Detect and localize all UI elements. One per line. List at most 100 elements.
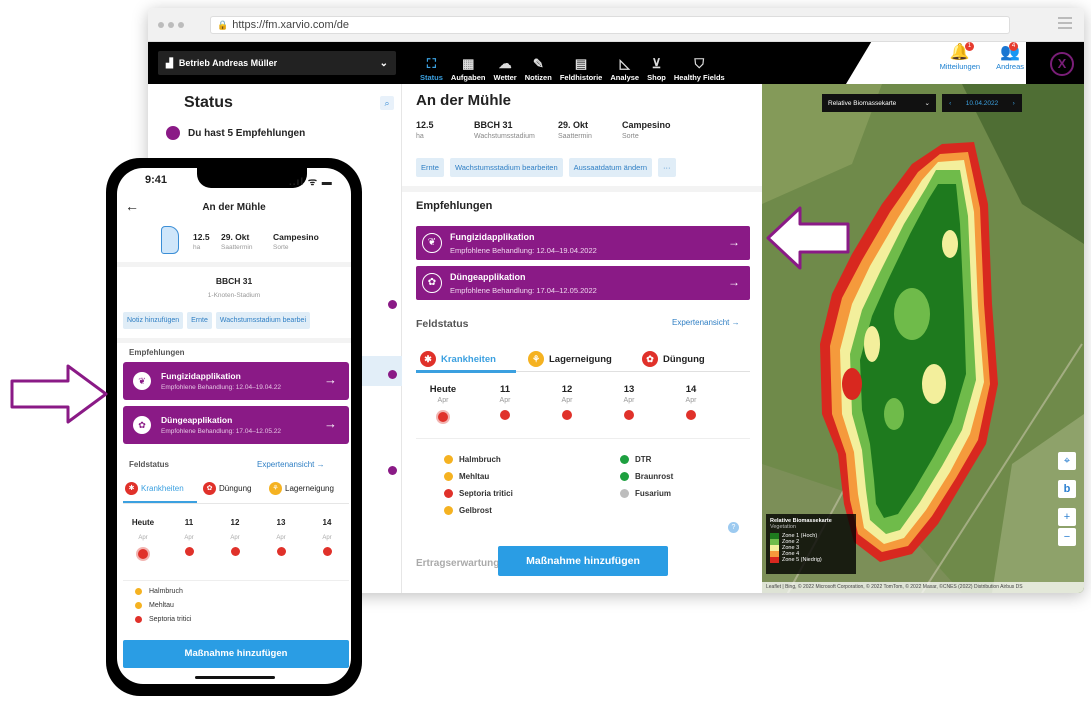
browser-menu-icon[interactable] <box>1058 17 1072 29</box>
nav-healthy-fields[interactable]: ⛉ Healthy Fields <box>670 46 729 83</box>
cart-icon: ⊻ <box>651 56 662 71</box>
month-label: Apr <box>437 397 449 404</box>
address-bar[interactable]: 🔒 https://fm.xarvio.com/de <box>210 16 1010 34</box>
arrow-right-icon: → <box>728 235 740 249</box>
tab-lodging[interactable]: ⚘ Lagerneigung <box>528 348 612 370</box>
expert-view-link[interactable]: Expertenansicht → <box>672 318 740 327</box>
recommendations-text: Du hast 5 Empfehlungen <box>188 127 306 139</box>
add-action-button[interactable]: Maßnahme hinzufügen <box>498 546 668 576</box>
day-column: 11 Apr <box>169 518 209 556</box>
zoom-in-icon[interactable]: + <box>1058 508 1076 526</box>
phone-fertilizer-card[interactable]: ✿ Düngeapplikation Empfohlene Behandlung… <box>123 406 349 444</box>
add-note-chip[interactable]: Notiz hinzufügen <box>123 312 184 329</box>
url-text: https://fm.xarvio.com/de <box>232 19 349 31</box>
disease-icon: ✱ <box>420 351 436 367</box>
fungicide-icon: ❦ <box>133 372 151 390</box>
nav-wetter[interactable]: ☁ Wetter <box>490 46 521 83</box>
recommendation-dot-icon <box>166 126 180 140</box>
disease-color-dot <box>135 588 142 595</box>
field-bbch: BBCH 31 Wachstumsstadium <box>474 120 535 140</box>
disease-name: Septoria tritici <box>149 616 192 623</box>
pointer-arrow-right-icon <box>10 364 108 424</box>
window-close-dot[interactable] <box>158 22 164 28</box>
nav-notizen[interactable]: ✎ Notizen <box>521 46 556 83</box>
day-column: 12 Apr <box>542 384 592 420</box>
locate-icon[interactable]: ⌖ <box>1058 452 1076 470</box>
day-column: 14 Apr <box>307 518 347 556</box>
fertilizer-icon: ✿ <box>133 416 151 434</box>
arrow-right-icon: → <box>324 416 337 431</box>
nav-aufgaben[interactable]: ▦ Aufgaben <box>447 46 490 83</box>
zoom-out-icon[interactable]: − <box>1058 528 1076 546</box>
phone-add-action-button[interactable]: Maßnahme hinzufügen <box>123 640 349 668</box>
search-icon[interactable]: ⌕ <box>380 96 394 110</box>
nav-status[interactable]: ⛶ Status <box>416 46 447 83</box>
tab-diseases[interactable]: ✱ Krankheiten <box>420 348 496 370</box>
field-area: 12.5 ha <box>416 120 434 140</box>
nav-analyse[interactable]: ◺ Analyse <box>606 46 643 83</box>
status-title: Status <box>184 94 233 111</box>
day-label: 12 <box>230 518 240 527</box>
disease-color-dot <box>444 472 453 481</box>
xarvio-logo[interactable]: X <box>1050 52 1074 76</box>
nav-label: Healthy Fields <box>673 73 725 82</box>
disease-color-dot <box>620 489 629 498</box>
fertilizer-recommendation-card[interactable]: ✿ Düngeapplikation Empfohlene Behandlung… <box>416 266 750 300</box>
rec-title: Fungizidapplikation <box>450 232 535 242</box>
active-tab-indicator <box>416 370 516 373</box>
disease-item: Braunrost <box>620 472 673 481</box>
day-column: Heute Apr <box>123 518 163 561</box>
fertilization-icon: ✿ <box>203 482 216 495</box>
tab-lodging[interactable]: ⚘ Lagerneigung <box>269 482 334 495</box>
month-label: Apr <box>561 397 573 404</box>
status-icon: ⛶ <box>426 56 437 71</box>
edit-growth-stage-chip[interactable]: Wachstumsstadium bearbeiten <box>449 158 563 177</box>
notifications-button[interactable]: 🔔 1 Mitteilungen <box>940 42 980 71</box>
recommendations-summary[interactable]: Du hast 5 Empfehlungen <box>166 126 305 140</box>
disease-item: Halmbruch <box>135 588 183 595</box>
bing-icon[interactable]: b <box>1058 480 1076 498</box>
nav-feldhistorie[interactable]: ▤ Feldhistorie <box>556 46 607 83</box>
disease-color-dot <box>135 602 142 609</box>
arrow-right-icon: → <box>728 275 740 289</box>
nav-shop[interactable]: ⊻ Shop <box>643 46 670 83</box>
biomass-map[interactable]: Relative Biomassekarte ⌄ ‹ 10.04.2022 › … <box>762 84 1084 593</box>
more-chip[interactable]: ··· <box>658 158 676 177</box>
phone-bbch: BBCH 31 <box>215 276 253 286</box>
disease-name: Septoria tritici <box>459 489 513 498</box>
rec-title: Düngeapplikation <box>450 272 526 282</box>
map-layer-select[interactable]: Relative Biomassekarte ⌄ <box>822 94 936 112</box>
change-sow-date-chip[interactable]: Aussaatdatum ändern <box>568 158 653 177</box>
edit-growth-stage-chip[interactable]: Wachstumsstadium bearbei <box>215 312 310 329</box>
month-label: Apr <box>499 397 511 404</box>
harvest-chip[interactable]: Ernte <box>187 312 212 329</box>
map-legend: Relative Biomassekarte Vegetation Zone 1… <box>766 514 856 574</box>
field-sow-date: 29. Okt Saattermin <box>558 120 592 140</box>
chevron-left-icon[interactable]: ‹ <box>949 100 951 107</box>
main-nav: ⛶ Status ▦ Aufgaben ☁ Wetter ✎ Notizen ▤ Feldhist… <box>416 46 729 83</box>
tab-fertilization[interactable]: ✿ Düngung <box>642 348 705 370</box>
tab-diseases[interactable]: ✱ Krankheiten <box>125 482 184 495</box>
window-min-dot[interactable] <box>168 22 174 28</box>
nav-label: Status <box>420 73 443 82</box>
user-button[interactable]: 👥 4 Andreas <box>996 42 1024 71</box>
map-date-picker[interactable]: ‹ 10.04.2022 › <box>942 94 1022 112</box>
rec-title: Fungizidapplikation <box>161 371 241 381</box>
disease-name: DTR <box>635 455 652 464</box>
field-title: An der Mühle <box>416 92 512 109</box>
map-attribution: Leaflet | Bing, © 2022 Microsoft Corpora… <box>762 582 1084 593</box>
chevron-down-icon: ⌄ <box>924 100 930 107</box>
tab-fertilization[interactable]: ✿ Düngung <box>203 482 251 495</box>
field-status-dot <box>388 370 397 379</box>
day-column: 12 Apr <box>215 518 255 556</box>
chevron-right-icon[interactable]: › <box>1013 100 1015 107</box>
fungicide-recommendation-card[interactable]: ❦ Fungizidapplikation Empfohlene Behandl… <box>416 226 750 260</box>
disease-color-dot <box>135 616 142 623</box>
window-max-dot[interactable] <box>178 22 184 28</box>
phone-fungicide-card[interactable]: ❦ Fungizidapplikation Empfohlene Behandl… <box>123 362 349 400</box>
harvest-chip[interactable]: Ernte <box>416 158 444 177</box>
help-icon[interactable]: ? <box>728 522 739 533</box>
farm-selector[interactable]: ▟ Betrieb Andreas Müller ⌄ <box>158 51 396 75</box>
phone-expert-view-link[interactable]: Expertenansicht → <box>257 460 325 469</box>
disease-item: Septoria tritici <box>135 616 191 623</box>
